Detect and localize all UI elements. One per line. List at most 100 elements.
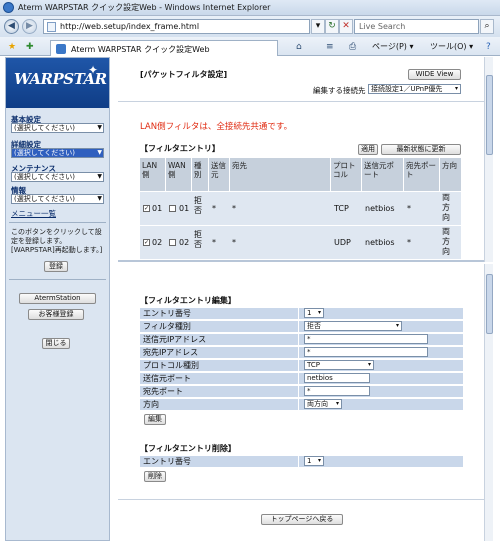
entry-number-value: 1 [307,309,312,317]
row1-dst: * [232,204,236,213]
lan-checkbox-01[interactable]: ✓ [143,205,150,212]
customer-register-button[interactable]: お客様登録 [28,309,84,320]
row2-dport: * [407,238,411,247]
chevron-down-icon: ▼ [97,173,102,180]
col-src-port: 送信元ポート [362,158,403,191]
detail-settings-select[interactable]: (選択してください) ▼ [11,148,104,158]
sidebar-divider [9,222,106,223]
ie-logo-icon [3,2,14,13]
window-titlebar: Aterm WARPSTAR クイック設定Web - Windows Inter… [0,0,500,16]
src-ip-input[interactable]: * [304,334,428,344]
tab-bar: ★ ✚ Aterm WARPSTAR クイック設定Web ⌂ ≡ ⎙ ページ(P… [0,37,500,56]
row1-wan: 01 [179,204,190,213]
row2-type: 拒否 [194,230,202,249]
help-icon[interactable]: ? [486,42,491,52]
logo-star-icon: ✦ [88,63,99,77]
aterm-station-button[interactable]: AtermStation [19,293,96,304]
chevron-down-icon: ▼ [97,195,102,202]
menu-list-link[interactable]: メニュー一覧 [11,208,56,219]
direction-select[interactable]: 両方向 ▾ [304,399,342,409]
src-port-input[interactable]: netbios [304,373,370,383]
filter-list-frame: [パケットフィルタ設定] WIDE View 編集する接続先 接続設定1／UPn… [118,57,484,262]
field-label-protocol: プロトコル種別 [140,360,298,371]
tab-current[interactable]: Aterm WARPSTAR クイック設定Web [50,40,278,56]
top-frame-scrollbar[interactable] [484,57,493,262]
scrollbar-thumb[interactable] [486,274,493,334]
maintenance-select[interactable]: (選択してください) ▼ [11,172,104,182]
window-title: Aterm WARPSTAR クイック設定Web - Windows Inter… [18,3,271,12]
bottom-frame-scrollbar[interactable] [484,264,493,541]
url-text: http://web.setup/index_frame.html [60,22,200,31]
field-label-dst-port: 宛先ポート [140,386,298,397]
dst-ip-input[interactable]: * [304,347,428,357]
divider [118,499,484,500]
scrollbar-thumb[interactable] [486,75,493,155]
lan-checkbox-02[interactable]: ✓ [143,239,150,246]
target-select-value: 接続設定1／UPnP優先 [371,85,443,93]
refresh-icon[interactable]: ↻ [325,19,339,34]
protocol-value: TCP [307,361,320,369]
wide-view-button[interactable]: WIDE View [408,69,461,80]
detail-select-value: (選択してください) [14,149,76,157]
back-icon[interactable]: ◀ [4,19,19,34]
protocol-select[interactable]: TCP ▾ [304,360,374,370]
entry-section-title: 【フィルタエントリ】 [140,144,220,153]
page-menu[interactable]: ページ(P) ▾ [372,41,413,52]
divider [118,101,484,102]
col-lan: LAN側 [140,158,165,191]
search-go-icon[interactable]: ⌕ [480,19,494,34]
tab-label: Aterm WARPSTAR クイック設定Web [71,45,210,54]
edit-button[interactable]: 編集 [144,414,166,425]
maintenance-select-value: (選択してください) [14,173,76,181]
filter-type-value: 拒否 [307,322,321,330]
chevron-down-icon: ▾ [395,322,399,329]
basic-select-value: (選択してください) [14,124,76,132]
col-type: 種別 [192,158,208,191]
close-button[interactable]: 閉じる [42,338,70,349]
apply-button[interactable]: 適用 [358,144,378,155]
lan-notice: LAN側フィルタは、全接続先共通です。 [140,122,293,132]
filter-type-select[interactable]: 拒否 ▾ [304,321,402,331]
main-content: [パケットフィルタ設定] WIDE View 編集する接続先 接続設定1／UPn… [118,57,484,541]
col-wan: WAN側 [166,158,191,191]
col-src: 送信元 [209,158,229,191]
dst-port-input[interactable]: * [304,386,370,396]
search-input[interactable]: Live Search [354,19,479,34]
row2-wan: 02 [179,238,190,247]
feeds-icon[interactable]: ≡ [326,42,334,52]
entry-number-select[interactable]: 1 ▾ [304,308,324,318]
favorites-star-icon[interactable]: ★ [8,42,16,52]
home-icon[interactable]: ⌂ [296,42,302,52]
stop-icon[interactable]: ✕ [339,19,353,34]
chevron-down-icon: ▾ [454,85,458,92]
chevron-down-icon: ▾ [317,309,321,316]
info-select[interactable]: (選択してください) ▼ [11,194,104,204]
wan-checkbox-02[interactable] [169,239,176,246]
wan-checkbox-01[interactable] [169,205,176,212]
sidebar: WARPSTAR ✦ 基本設定 (選択してください) ▼ 詳細設定 (選択してくだ… [5,57,110,541]
row1-src: * [212,204,216,213]
chevron-down-icon: ▼ [97,124,102,131]
field-label-src-port: 送信元ポート [140,373,298,384]
row2-dir: 両方向 [442,227,450,256]
field-label-entry: エントリ番号 [140,308,298,319]
field-label-delete-entry: エントリ番号 [140,456,298,467]
url-dropdown-icon[interactable]: ▾ [311,19,325,34]
tools-menu[interactable]: ツール(O) ▾ [430,41,473,52]
add-favorites-icon[interactable]: ✚ [26,42,34,52]
row1-dport: * [407,204,411,213]
delete-button[interactable]: 削除 [144,471,166,482]
col-dst: 宛先 [230,158,330,191]
col-proto: プロトコル [331,158,361,191]
register-button[interactable]: 登録 [44,261,68,272]
refresh-status-button[interactable]: 最新状態に更新 [381,144,461,155]
back-to-top-button[interactable]: トップページへ戻る [261,514,343,525]
forward-icon[interactable]: ▶ [22,19,37,34]
url-input[interactable]: http://web.setup/index_frame.html [43,19,310,34]
print-icon[interactable]: ⎙ [349,42,356,52]
delete-entry-select[interactable]: 1 ▾ [304,456,324,466]
target-select[interactable]: 接続設定1／UPnP優先 ▾ [368,84,461,94]
field-label-direction: 方向 [140,399,298,410]
basic-settings-select[interactable]: (選択してください) ▼ [11,123,104,133]
col-dst-port: 宛先ポート [404,158,439,191]
